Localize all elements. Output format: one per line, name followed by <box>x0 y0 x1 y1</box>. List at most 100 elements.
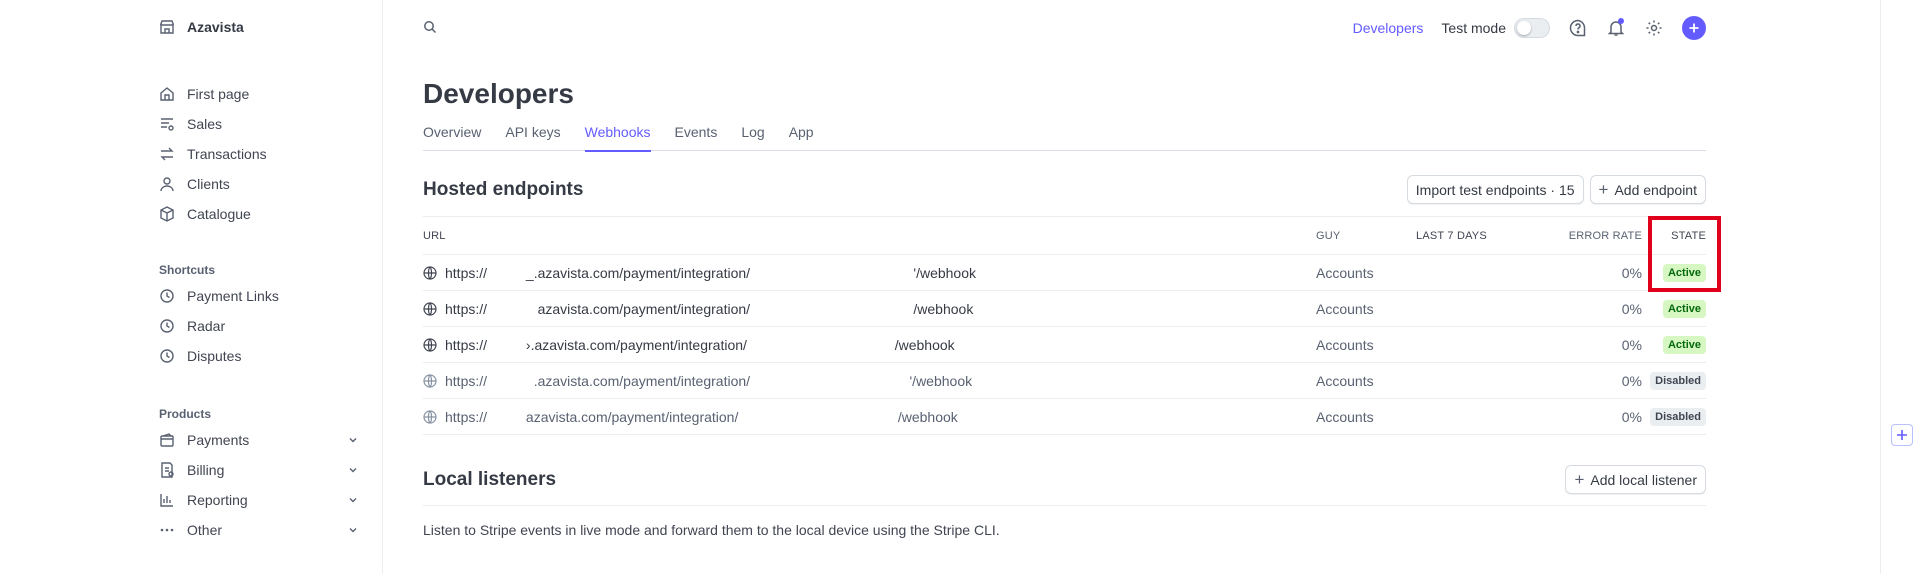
gear-icon[interactable] <box>1644 18 1664 38</box>
test-mode-control[interactable]: Test mode <box>1441 18 1550 38</box>
products-nav: Products Payments Billing Reporting Othe… <box>159 403 359 545</box>
help-icon[interactable] <box>1568 18 1588 38</box>
clock-icon <box>159 348 175 364</box>
endpoint-error-rate: 0% <box>1621 372 1642 389</box>
sidebar-item-clients[interactable]: Clients <box>159 169 359 199</box>
sidebar-item-label: Payment Links <box>187 288 279 304</box>
tabs: Overview API keys Webhooks Events Log Ap… <box>423 118 1706 152</box>
add-endpoint-label: Add endpoint <box>1614 181 1697 198</box>
endpoint-error-rate: 0% <box>1621 408 1642 425</box>
sidebar-item-sales[interactable]: Sales <box>159 109 359 139</box>
add-local-listener-label: Add local listener <box>1590 471 1697 488</box>
tab-app[interactable]: App <box>789 118 814 151</box>
column-url[interactable]: URL <box>423 230 1316 242</box>
developers-link[interactable]: Developers <box>1353 20 1424 36</box>
sidebar-item-label: Billing <box>187 462 225 478</box>
endpoint-guy: Accounts <box>1316 372 1374 389</box>
endpoint-url[interactable]: https:// _.azavista.com/payment/integrat… <box>445 265 976 281</box>
sidebar-item-billing[interactable]: Billing <box>159 455 359 485</box>
column-last-7-days[interactable]: LAST 7 DAYS <box>1416 230 1536 242</box>
globe-icon <box>423 265 437 280</box>
endpoint-url[interactable]: https:// azavista.com/payment/integratio… <box>445 301 973 317</box>
brand[interactable]: Azavista <box>159 19 244 35</box>
sales-icon <box>159 116 175 132</box>
tab-events[interactable]: Events <box>675 118 718 151</box>
billing-icon <box>159 462 175 478</box>
tab-api-keys[interactable]: API keys <box>505 118 560 151</box>
create-plus-button[interactable] <box>1682 16 1706 40</box>
sidebar-item-label: Transactions <box>187 146 267 162</box>
endpoints-table: URL GUY LAST 7 DAYS ERROR RATE STATE htt… <box>423 216 1706 435</box>
shortcuts-nav: Shortcuts Payment Links Radar Disputes <box>159 259 359 371</box>
sidebar-item-reporting[interactable]: Reporting <box>159 485 359 515</box>
sidebar-item-catalogue[interactable]: Catalogue <box>159 199 359 229</box>
sidebar-item-first-page[interactable]: First page <box>159 79 359 109</box>
bell-icon[interactable] <box>1606 18 1626 38</box>
dots-icon <box>159 522 175 538</box>
floating-add-button[interactable] <box>1891 424 1913 446</box>
search-icon[interactable] <box>423 20 437 34</box>
hosted-endpoints-header: Hosted endpoints Import test endpoints ·… <box>423 175 1706 204</box>
local-listeners-title: Local listeners <box>423 468 557 490</box>
box-icon <box>159 206 175 222</box>
sidebar-item-transactions[interactable]: Transactions <box>159 139 359 169</box>
wallet-icon <box>159 432 175 448</box>
sidebar-item-disputes[interactable]: Disputes <box>159 341 359 371</box>
main-nav: First page Sales Transactions Clients Ca… <box>159 79 359 229</box>
sidebar-item-label: Radar <box>187 318 226 334</box>
transactions-icon <box>159 146 175 162</box>
table-row[interactable]: https:// _.azavista.com/payment/integrat… <box>423 255 1706 291</box>
endpoint-guy: Accounts <box>1316 300 1374 317</box>
shortcuts-title: Shortcuts <box>159 263 216 277</box>
notification-dot <box>1618 18 1624 24</box>
hosted-endpoints-title: Hosted endpoints <box>423 178 584 200</box>
sidebar-item-label: Disputes <box>187 348 242 364</box>
home-icon <box>159 86 175 102</box>
plus-icon <box>1897 430 1907 440</box>
tab-overview[interactable]: Overview <box>423 118 481 151</box>
import-test-endpoints-button[interactable]: Import test endpoints · 15 <box>1406 175 1584 204</box>
status-badge: Disabled <box>1650 407 1706 426</box>
table-row[interactable]: https:// azavista.com/payment/integratio… <box>423 291 1706 327</box>
table-row[interactable]: https:// ›.azavista.com/payment/integrat… <box>423 327 1706 363</box>
products-title: Products <box>159 407 212 421</box>
tab-log[interactable]: Log <box>741 118 764 151</box>
globe-icon <box>423 301 437 316</box>
test-mode-label: Test mode <box>1441 20 1506 36</box>
chevron-down-icon[interactable] <box>347 524 359 536</box>
endpoint-url[interactable]: https:// azavista.com/payment/integratio… <box>445 409 958 425</box>
store-icon <box>159 19 175 35</box>
sidebar-item-payments[interactable]: Payments <box>159 425 359 455</box>
brand-name: Azavista <box>187 19 244 35</box>
chevron-down-icon[interactable] <box>347 464 359 476</box>
chart-icon <box>159 492 175 508</box>
sidebar-item-label: Reporting <box>187 492 248 508</box>
hosted-endpoints-actions: Import test endpoints · 15 + Add endpoin… <box>1406 175 1706 204</box>
sidebar-item-other[interactable]: Other <box>159 515 359 545</box>
status-badge: Disabled <box>1650 371 1706 390</box>
sidebar-item-label: Sales <box>187 116 223 132</box>
column-guy[interactable]: GUY <box>1316 230 1416 242</box>
endpoint-error-rate: 0% <box>1621 336 1642 353</box>
chevron-down-icon[interactable] <box>347 434 359 446</box>
endpoint-url[interactable]: https:// .azavista.com/payment/integrati… <box>445 373 972 389</box>
add-endpoint-button[interactable]: + Add endpoint <box>1589 175 1706 204</box>
sidebar-item-radar[interactable]: Radar <box>159 311 359 341</box>
globe-icon <box>423 409 437 424</box>
endpoint-guy: Accounts <box>1316 336 1374 353</box>
table-row[interactable]: https:// .azavista.com/payment/integrati… <box>423 363 1706 399</box>
table-row[interactable]: https:// azavista.com/payment/integratio… <box>423 399 1706 435</box>
topbar-actions: Developers Test mode <box>1353 14 1706 42</box>
endpoint-url[interactable]: https:// ›.azavista.com/payment/integrat… <box>445 337 955 353</box>
add-local-listener-button[interactable]: + Add local listener <box>1565 465 1706 494</box>
column-state[interactable]: STATE <box>1644 230 1706 242</box>
tab-webhooks[interactable]: Webhooks <box>584 118 651 152</box>
chevron-down-icon[interactable] <box>347 494 359 506</box>
sidebar-item-label: First page <box>187 86 250 102</box>
globe-icon <box>423 373 437 388</box>
clock-icon <box>159 288 175 304</box>
divider <box>423 505 1706 506</box>
sidebar-item-payment-links[interactable]: Payment Links <box>159 281 359 311</box>
column-error-rate[interactable]: ERROR RATE <box>1536 230 1644 242</box>
test-mode-toggle[interactable] <box>1514 18 1550 38</box>
